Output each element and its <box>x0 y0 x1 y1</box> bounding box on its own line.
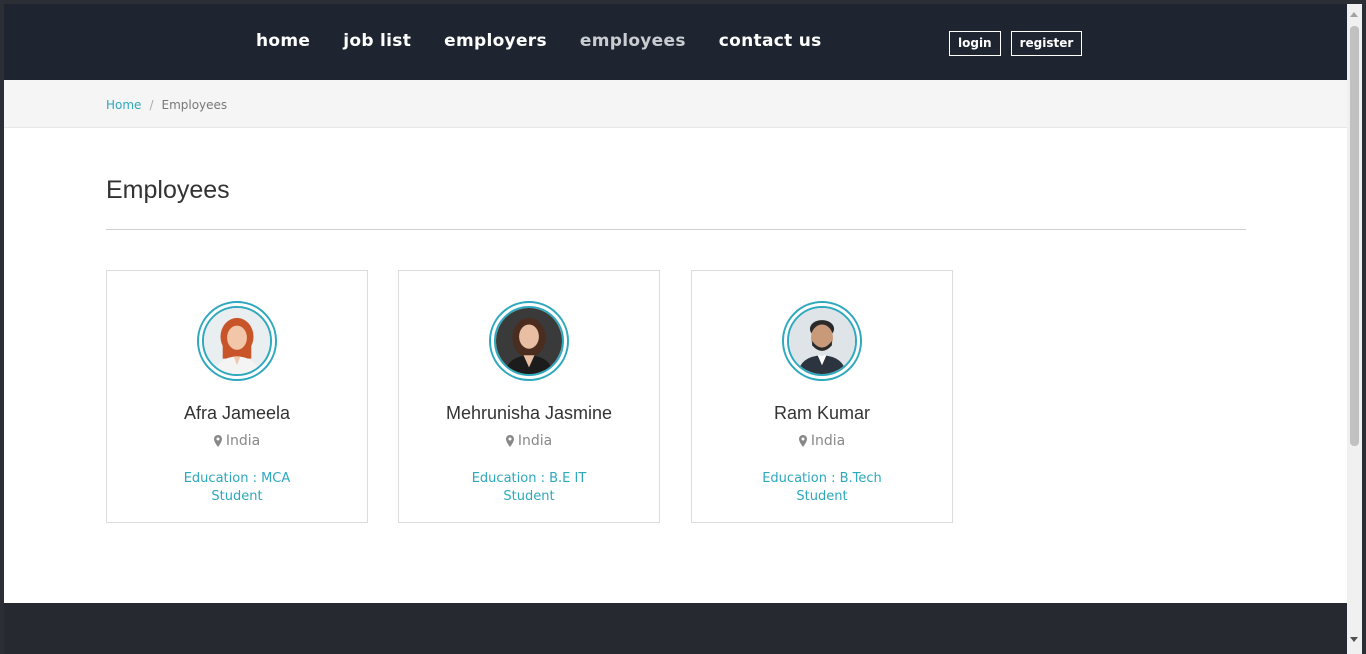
breadcrumb-bar: Home / Employees <box>4 80 1347 128</box>
breadcrumb-home-link[interactable]: Home <box>106 98 141 112</box>
scroll-down-arrow-icon[interactable] <box>1350 637 1358 642</box>
employee-name[interactable]: Mehrunisha Jasmine <box>399 403 659 424</box>
location-text: India <box>225 433 261 449</box>
employee-card[interactable]: Mehrunisha Jasmine India Education : B.E… <box>398 270 660 523</box>
breadcrumb-separator: / <box>149 98 154 112</box>
nav-job-list[interactable]: job list <box>343 30 411 52</box>
breadcrumb-current: Employees <box>161 98 228 112</box>
map-marker-icon <box>213 435 222 451</box>
location-text: India <box>810 433 846 449</box>
map-marker-icon <box>798 435 807 451</box>
top-navbar: home job list employers employees contac… <box>4 4 1347 80</box>
page-footer <box>4 603 1347 654</box>
breadcrumb: Home / Employees <box>106 98 227 112</box>
vertical-scrollbar[interactable] <box>1347 4 1362 654</box>
nav-employers[interactable]: employers <box>444 30 547 52</box>
nav-contact-us[interactable]: contact us <box>719 30 822 52</box>
register-button[interactable]: register <box>1010 31 1083 56</box>
employee-card[interactable]: Ram Kumar India Education : B.Tech Stude… <box>691 270 953 523</box>
avatar[interactable] <box>787 306 857 376</box>
role-text: Student <box>211 489 263 504</box>
employee-name[interactable]: Afra Jameela <box>107 403 367 424</box>
avatar-ring <box>489 301 569 381</box>
employee-name[interactable]: Ram Kumar <box>692 403 952 424</box>
education-text: Education : B.E IT <box>471 471 587 486</box>
scrollbar-thumb[interactable] <box>1350 26 1359 446</box>
nav-home[interactable]: home <box>256 30 310 52</box>
login-button[interactable]: login <box>949 31 1001 56</box>
employee-education: Education : MCA Student <box>107 470 367 506</box>
browser-viewport: home job list employers employees contac… <box>4 4 1347 654</box>
avatar[interactable] <box>202 306 272 376</box>
avatar[interactable] <box>494 306 564 376</box>
title-divider <box>106 229 1246 230</box>
employee-card[interactable]: Afra Jameela India Education : MCA Stude… <box>106 270 368 523</box>
avatar-ring <box>197 301 277 381</box>
employee-education: Education : B.E IT Student <box>399 470 659 506</box>
role-text: Student <box>796 489 848 504</box>
location-text: India <box>517 433 553 449</box>
main-nav: home job list employers employees contac… <box>256 30 855 52</box>
role-text: Student <box>503 489 555 504</box>
education-text: Education : MCA <box>183 471 291 486</box>
employee-location: India <box>107 433 367 451</box>
nav-employees[interactable]: employees <box>580 30 686 52</box>
avatar-ring <box>782 301 862 381</box>
scroll-up-arrow-icon[interactable] <box>1350 12 1358 17</box>
education-text: Education : B.Tech <box>762 471 882 486</box>
auth-buttons: login register <box>949 31 1092 56</box>
employee-education: Education : B.Tech Student <box>692 470 952 506</box>
employee-location: India <box>692 433 952 451</box>
employee-location: India <box>399 433 659 451</box>
map-marker-icon <box>505 435 514 451</box>
page-title: Employees <box>106 176 230 204</box>
